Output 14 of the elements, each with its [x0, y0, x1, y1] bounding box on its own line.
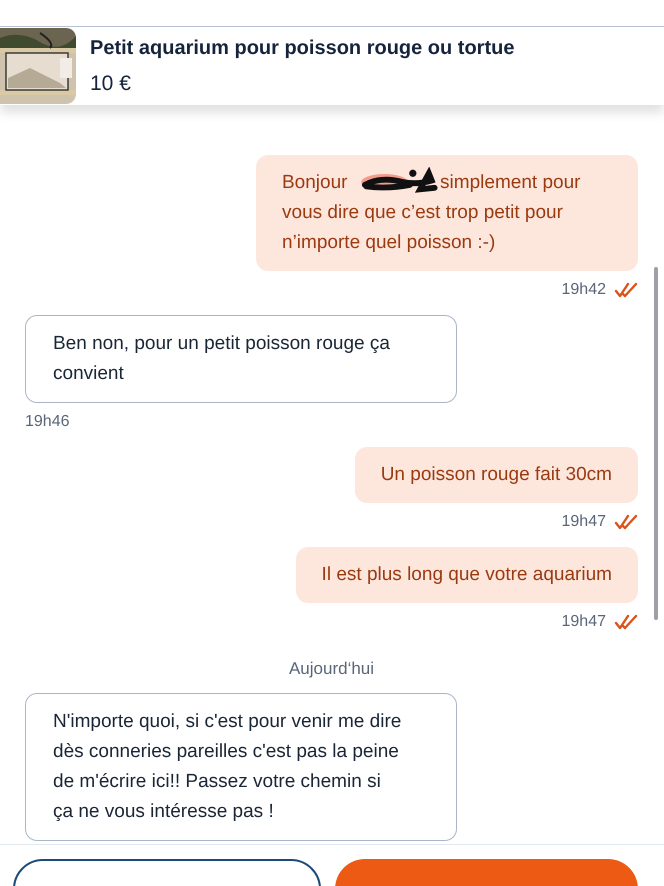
message-text: Il est plus long que votre aquarium [322, 564, 612, 585]
message-time: 19h42 [562, 281, 606, 299]
listing-header[interactable]: Petit aquarium pour poisson rouge ou tortue 10 € [0, 27, 664, 105]
message-text: Bonjour simplement pour vous dire que c’est trop petit pour n’importe quel poisson :-) [282, 172, 581, 253]
date-separator: Aujourd‘hui [288, 659, 374, 679]
message-text: Ben non, pour un petit poisson rouge ça convient [53, 333, 390, 384]
listing-title: Petit aquarium pour poisson rouge ou tortue [90, 36, 514, 60]
message-text: Un poisson rouge fait 30cm [380, 464, 612, 485]
message-text: N'importe quoi, si c'est pour venir me dire dès conneries pareilles c'est pas la peine de m'écrire ici!! Passez votre chemin si ça ne vous intéresse pas ! [53, 711, 402, 822]
message-time: 19h46 [25, 413, 70, 431]
listing-price: 10 € [90, 72, 132, 96]
scrollbar[interactable] [654, 267, 658, 620]
message-time: 19h47 [562, 513, 606, 531]
message-time: 19h47 [562, 613, 606, 631]
